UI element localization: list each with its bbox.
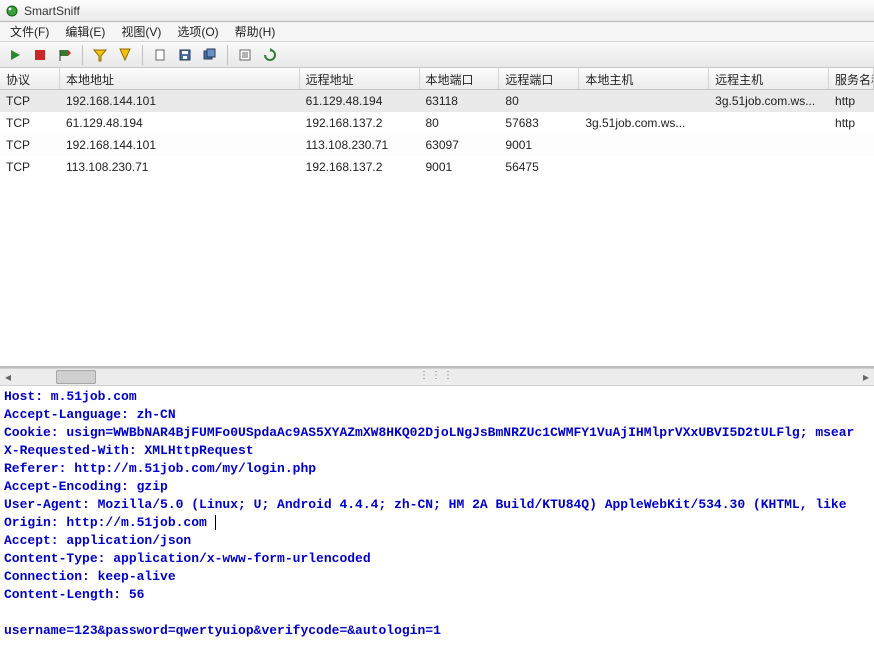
cell-remote_port: 80 [499,94,579,108]
cell-protocol: TCP [0,138,60,152]
col-remote-addr[interactable]: 远程地址 [300,68,420,89]
raw-line: username=123&password=qwertyuiop&verifyc… [4,623,441,638]
raw-line: X-Requested-With: XMLHttpRequest [4,443,254,458]
save-button[interactable] [174,44,196,66]
cell-service: http [829,94,874,108]
text-caret [207,515,216,530]
raw-line: Accept-Language: zh-CN [4,407,176,422]
raw-line: Content-Length: 56 [4,587,144,602]
cell-local_addr: 192.168.144.101 [60,138,300,152]
app-icon [4,3,20,19]
table-row[interactable]: TCP113.108.230.71192.168.137.2900156475 [0,156,874,178]
saveall-icon [203,48,217,62]
props-icon [238,48,252,62]
new-button[interactable] [149,44,171,66]
saveall-button[interactable] [199,44,221,66]
filter2-icon [118,48,132,62]
play-button[interactable] [4,44,26,66]
scroll-thumb[interactable] [56,370,96,384]
raw-line: Host: m.51job.com [4,389,137,404]
cell-remote_port: 56475 [499,160,579,174]
filter2-button[interactable] [114,44,136,66]
cell-local_addr: 192.168.144.101 [60,94,300,108]
scroll-right-icon[interactable]: ▸ [858,369,874,385]
cell-protocol: TCP [0,116,60,130]
menubar: 文件(F) 编辑(E) 视图(V) 选项(O) 帮助(H) [0,22,874,42]
grid-body[interactable]: TCP192.168.144.10161.129.48.19463118803g… [0,90,874,366]
raw-line: Cookie: usign=WWBbNAR4BjFUMFo0USpdaAc9AS… [4,425,854,440]
cell-remote_host: 3g.51job.com.ws... [709,94,829,108]
filter-icon [93,48,107,62]
cell-local_port: 63097 [420,138,500,152]
cell-local_port: 9001 [420,160,500,174]
raw-line: Content-Type: application/x-www-form-url… [4,551,371,566]
cell-service: http [829,116,874,130]
raw-line: Origin: http://m.51job.com [4,515,207,530]
refresh-button[interactable] [259,44,281,66]
toolbar-separator [82,45,83,65]
col-protocol[interactable]: 协议 [0,68,60,89]
raw-line: Accept: application/json [4,533,191,548]
col-service[interactable]: 服务名称 [829,68,874,89]
horizontal-scrollbar[interactable]: ◂ ⋮⋮⋮ ▸ [0,368,874,386]
table-row[interactable]: TCP192.168.144.10161.129.48.1946311880 3g… [0,90,874,112]
raw-line: User-Agent: Mozilla/5.0 (Linux; U; Andro… [4,497,847,512]
cell-local_port: 63118 [420,94,500,108]
connections-grid: 协议 本地地址 远程地址 本地端口 远程端口 本地主机 远程主机 服务名称 TC… [0,68,874,368]
table-row[interactable]: TCP192.168.144.101113.108.230.7163097900… [0,134,874,156]
toolbar [0,42,874,68]
cell-remote_port: 57683 [499,116,579,130]
scroll-track[interactable]: ⋮⋮⋮ [16,370,858,384]
menu-options[interactable]: 选项(O) [169,21,226,42]
packet-content-pane[interactable]: Host: m.51job.com Accept-Language: zh-CN… [0,386,874,669]
menu-file[interactable]: 文件(F) [2,21,57,42]
cell-remote_addr: 192.168.137.2 [300,160,420,174]
col-local-host[interactable]: 本地主机 [579,68,709,89]
flag-icon [58,48,72,62]
raw-line: Referer: http://m.51job.com/my/login.php [4,461,316,476]
col-local-addr[interactable]: 本地地址 [60,68,300,89]
menu-help[interactable]: 帮助(H) [227,21,284,42]
cell-remote_port: 9001 [499,138,579,152]
cell-local_port: 80 [420,116,500,130]
cell-protocol: TCP [0,94,60,108]
menu-view[interactable]: 视图(V) [113,21,169,42]
col-remote-host[interactable]: 远程主机 [709,68,829,89]
filter-button[interactable] [89,44,111,66]
stop-icon [33,48,47,62]
new-icon [153,48,167,62]
col-local-port[interactable]: 本地端口 [420,68,500,89]
save-icon [178,48,192,62]
window-titlebar: SmartSniff [0,0,874,22]
toolbar-separator [142,45,143,65]
raw-line: Accept-Encoding: gzip [4,479,168,494]
cell-remote_addr: 61.129.48.194 [300,94,420,108]
col-remote-port[interactable]: 远程端口 [499,68,579,89]
play-icon [8,48,22,62]
scroll-left-icon[interactable]: ◂ [0,369,16,385]
cell-remote_addr: 113.108.230.71 [300,138,420,152]
cell-remote_addr: 192.168.137.2 [300,116,420,130]
window-title: SmartSniff [24,4,80,18]
record-button[interactable] [54,44,76,66]
toolbar-separator [227,45,228,65]
grid-header: 协议 本地地址 远程地址 本地端口 远程端口 本地主机 远程主机 服务名称 [0,68,874,90]
splitter-grip-icon[interactable]: ⋮⋮⋮ [419,370,455,381]
table-row[interactable]: TCP61.129.48.194192.168.137.280576833g.5… [0,112,874,134]
raw-line: Connection: keep-alive [4,569,176,584]
props-button[interactable] [234,44,256,66]
menu-edit[interactable]: 编辑(E) [57,21,113,42]
refresh-icon [263,48,277,62]
cell-local_addr: 61.129.48.194 [60,116,300,130]
cell-protocol: TCP [0,160,60,174]
stop-button[interactable] [29,44,51,66]
cell-local_addr: 113.108.230.71 [60,160,300,174]
cell-local_host: 3g.51job.com.ws... [579,116,709,130]
